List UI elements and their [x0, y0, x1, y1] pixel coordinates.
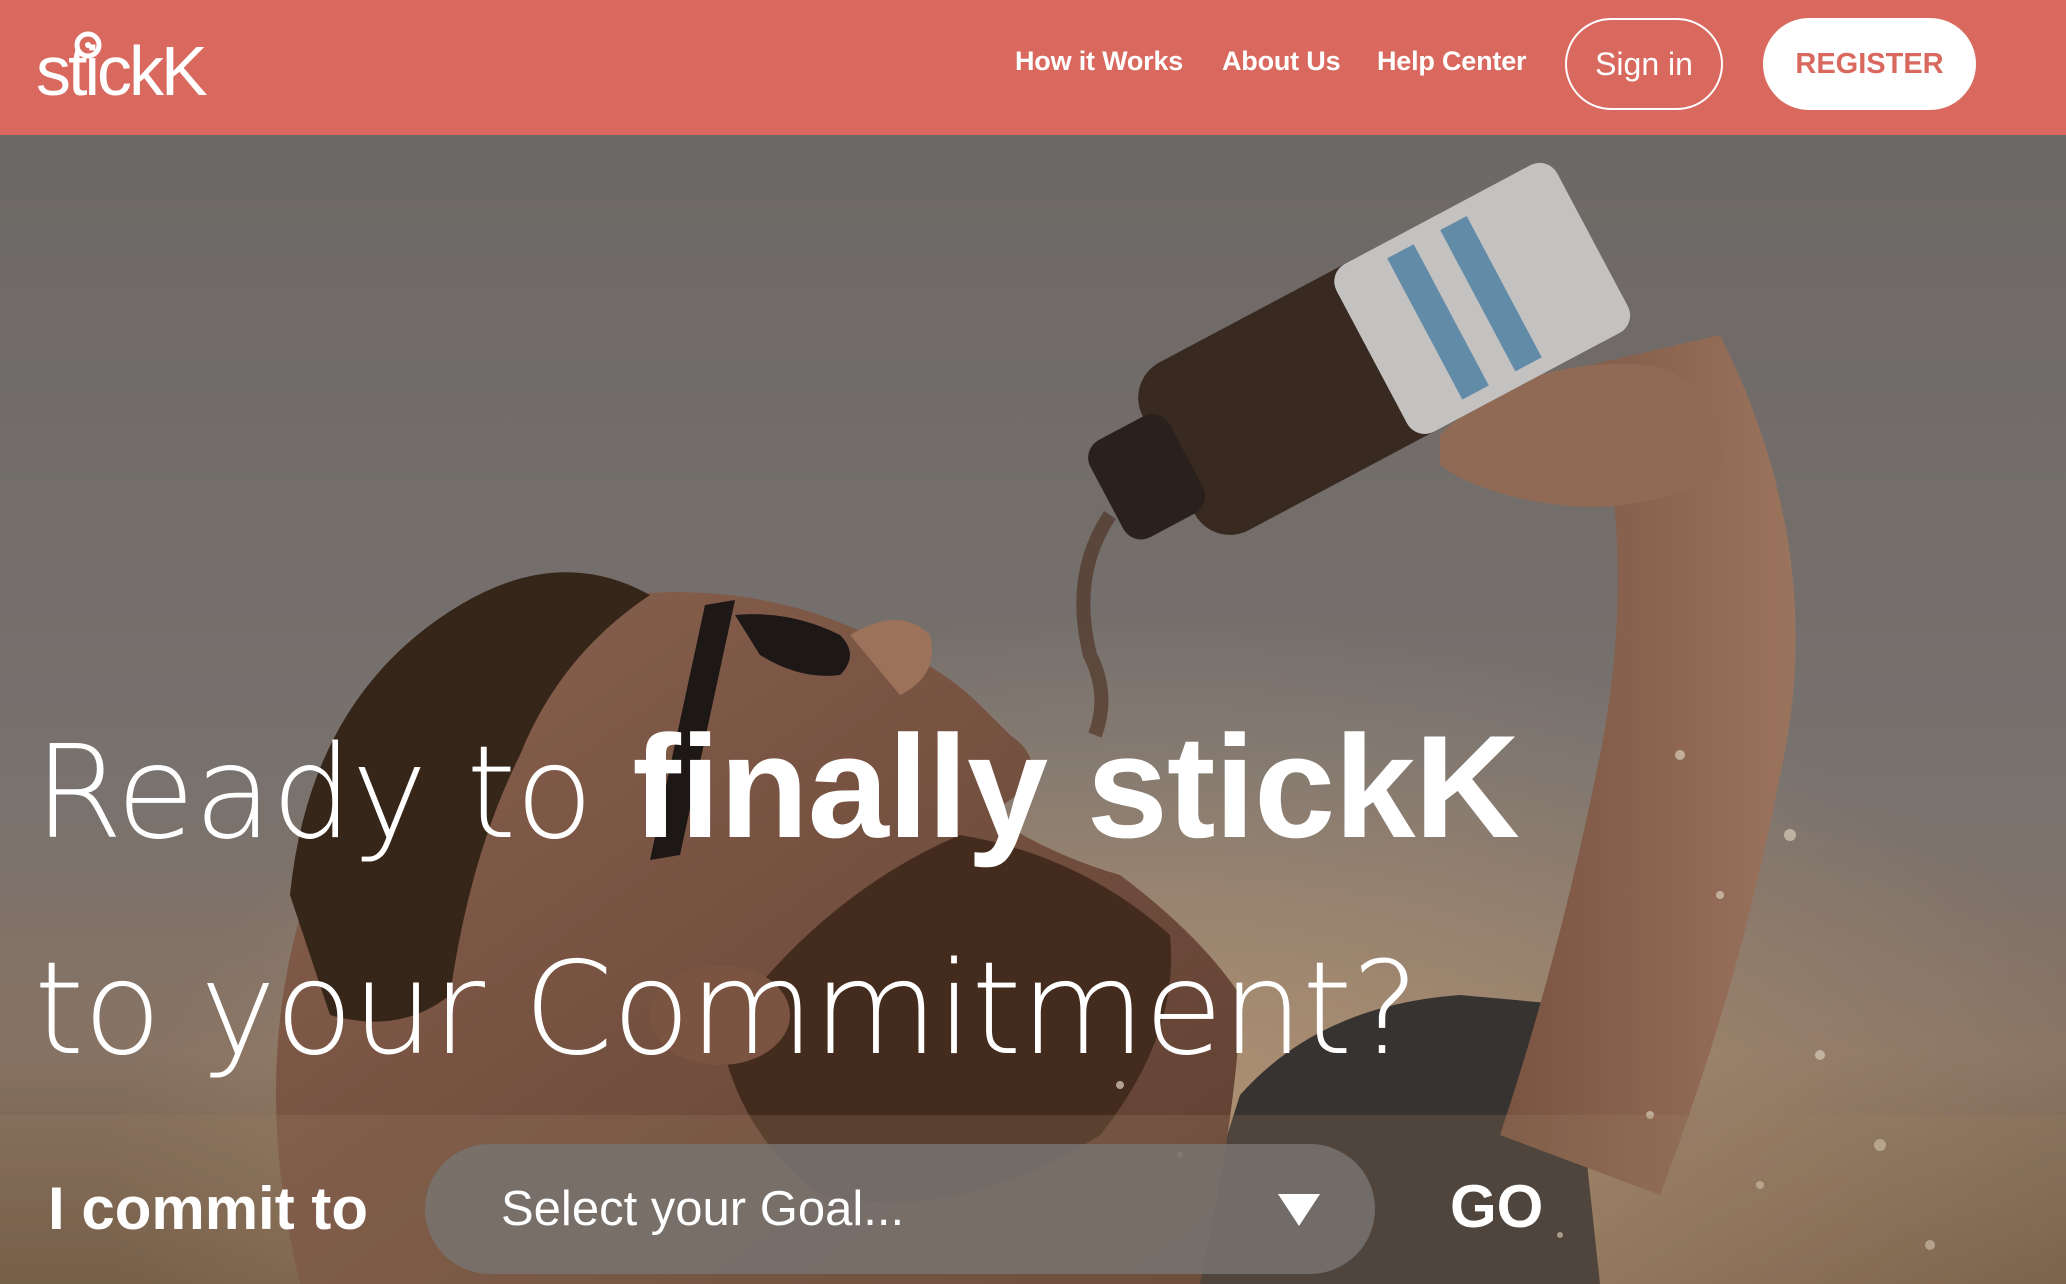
commit-label: I commit to — [48, 1175, 369, 1242]
goal-select[interactable]: Select your Goal... — [425, 1144, 1375, 1274]
goal-select-placeholder: Select your Goal... — [501, 1182, 905, 1236]
nav-link-how-it-works[interactable]: How it Works — [1015, 46, 1183, 77]
hero-headline-line2-text: to your Commitment? — [34, 935, 1419, 1084]
hero-headline-thin: Ready to — [34, 719, 633, 868]
hero-headline-bold: finally stickK — [632, 705, 1520, 868]
top-navbar: stickK How it Works About Us Help Center… — [0, 0, 2066, 135]
go-button[interactable]: GO — [1450, 1172, 1543, 1241]
hero-headline-line2: to your Commitment? — [34, 930, 1419, 1076]
sign-in-button[interactable]: Sign in — [1565, 18, 1723, 110]
caret-down-icon — [1278, 1194, 1320, 1226]
hero-headline-line1: Ready to finally stickK — [34, 714, 1520, 860]
landing-page: stickK How it Works About Us Help Center… — [0, 0, 2066, 1284]
nav-link-about-us[interactable]: About Us — [1222, 46, 1341, 77]
nav-links: How it Works About Us Help Center Sign i… — [0, 0, 2066, 135]
nav-link-help-center[interactable]: Help Center — [1377, 46, 1527, 77]
register-button[interactable]: REGISTER — [1763, 18, 1976, 110]
